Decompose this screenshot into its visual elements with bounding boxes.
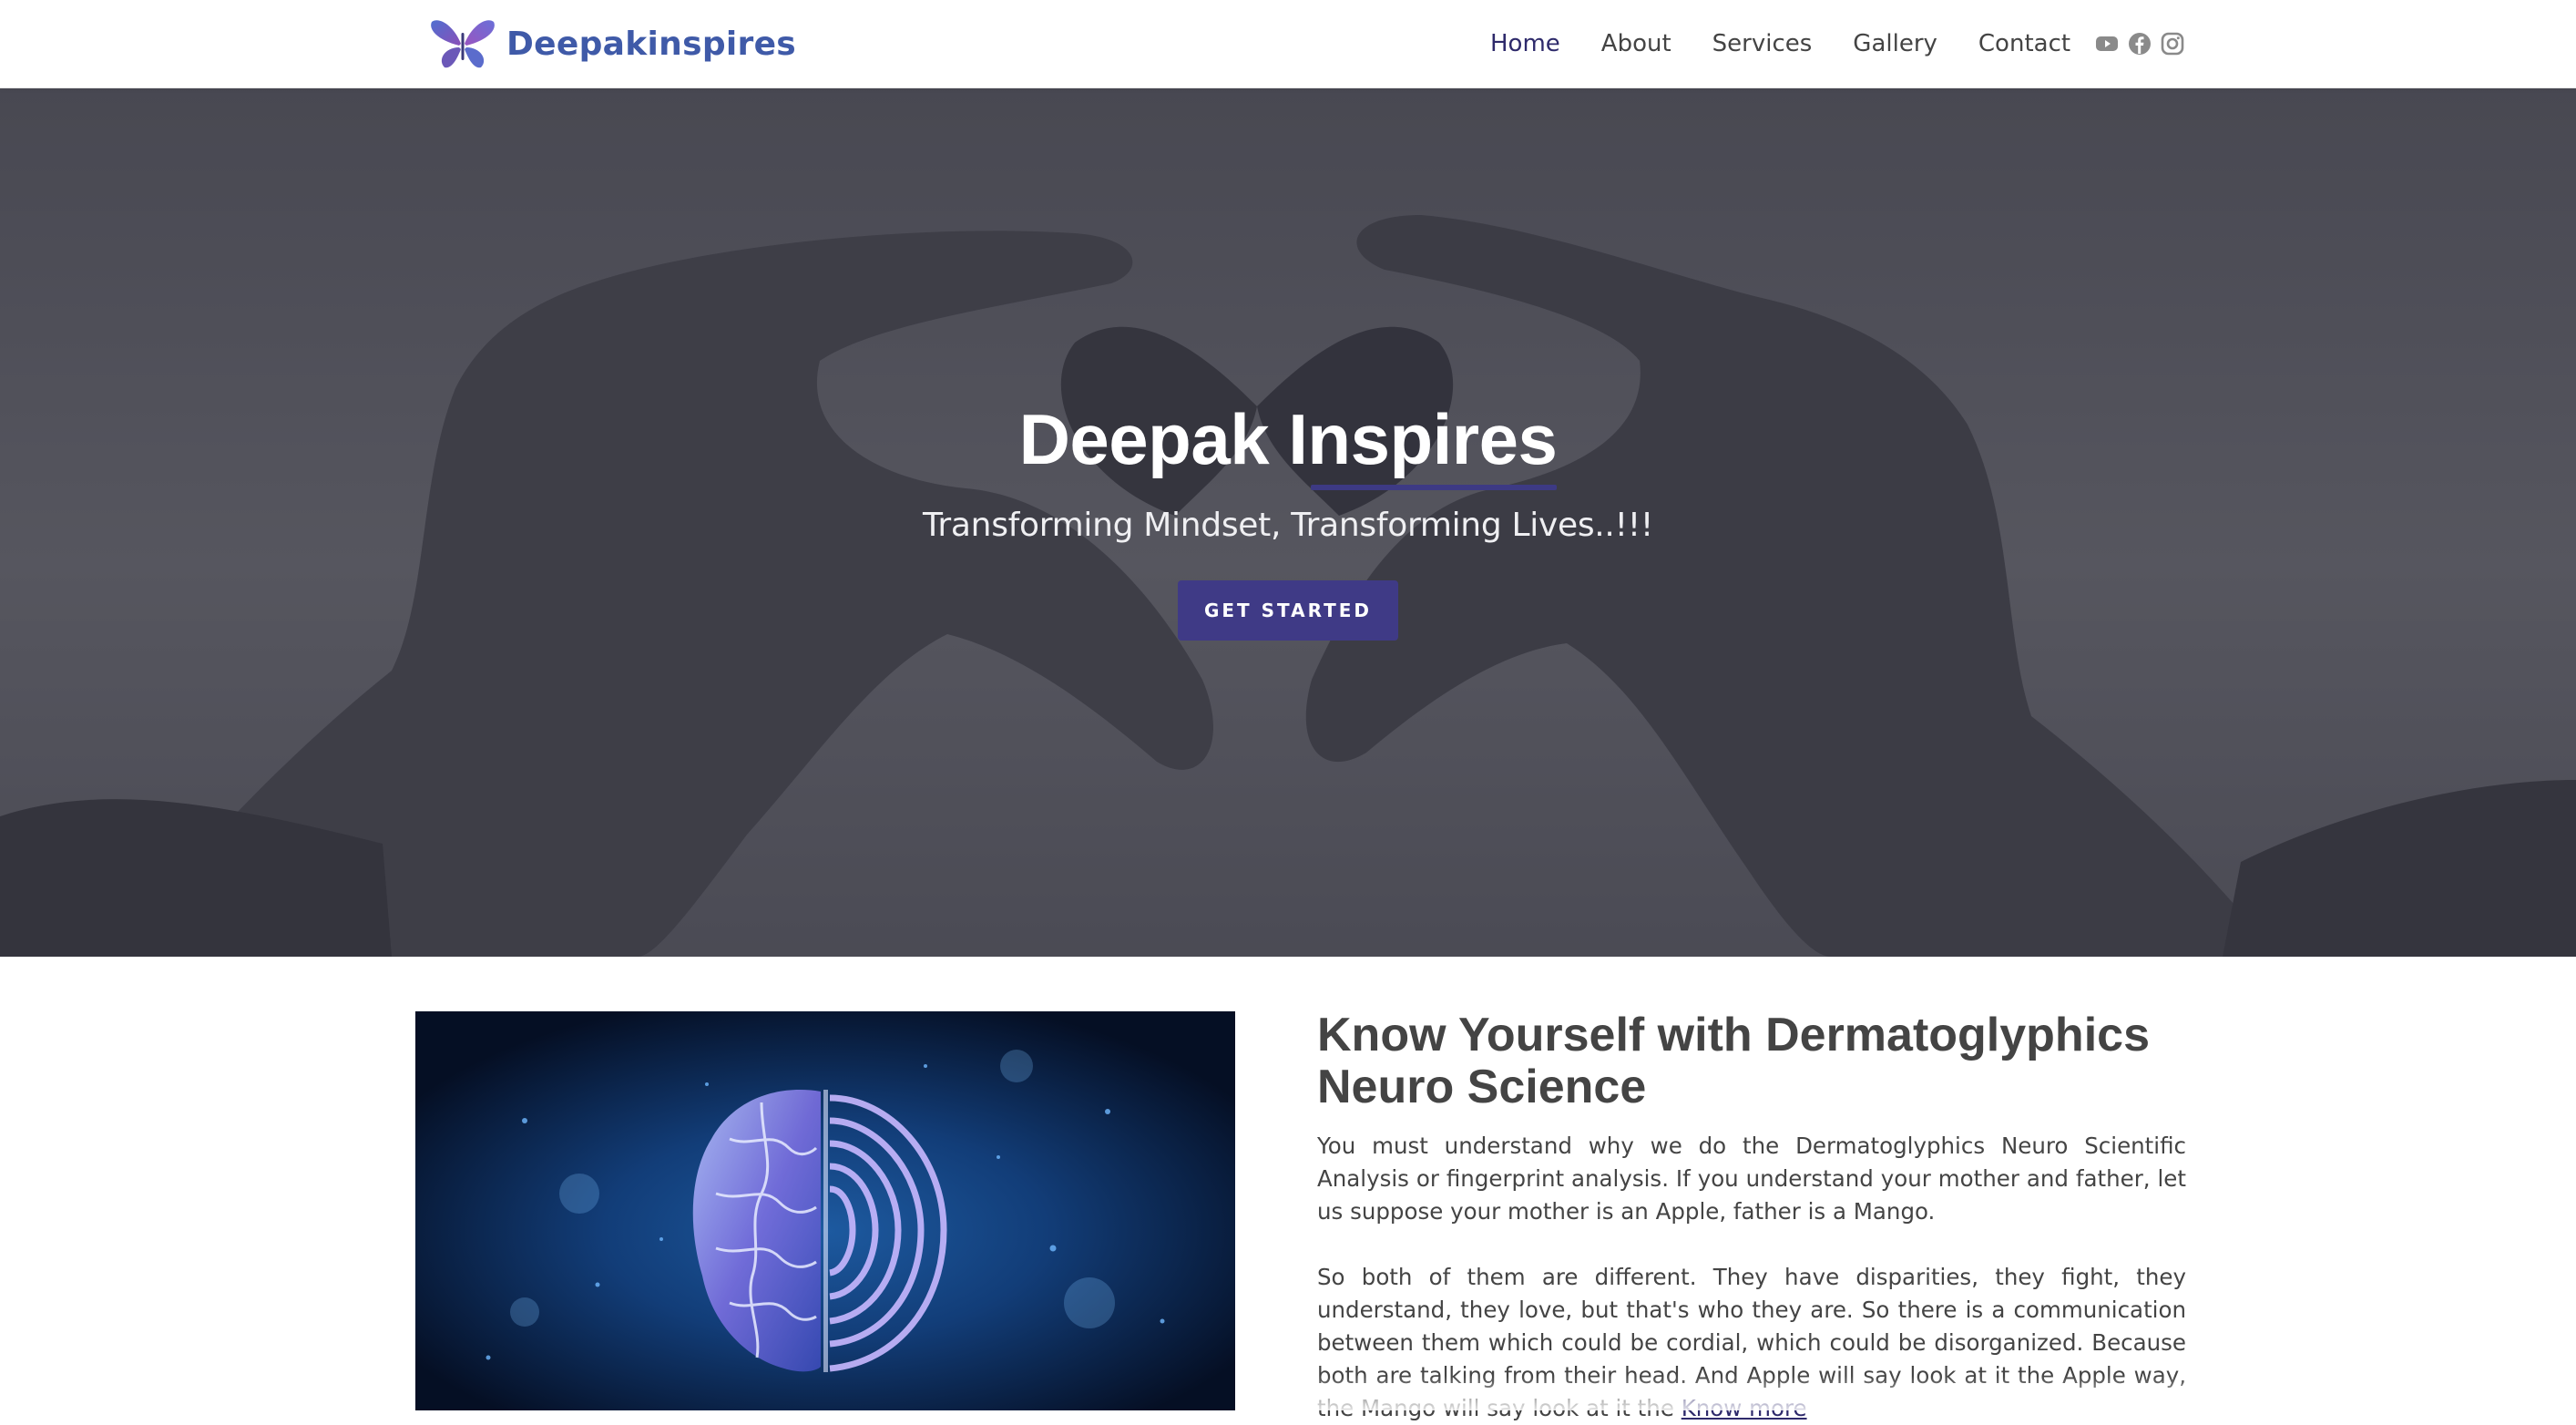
butterfly-logo-icon — [431, 20, 495, 68]
nav-home[interactable]: Home — [1490, 30, 1560, 57]
brand-name: Deepakinspires — [506, 25, 797, 63]
section-title: Know Yourself with Dermatoglyphics Neuro… — [1317, 1009, 2150, 1113]
main-nav: Home About Services Gallery Contact — [1490, 0, 2111, 87]
about-paragraph-1: You must understand why we do the Dermat… — [1317, 1133, 2186, 1225]
instagram-icon[interactable] — [2161, 32, 2184, 56]
nav-about[interactable]: About — [1601, 30, 1671, 57]
about-section-text: Know Yourself with Dermatoglyphics Neuro… — [1317, 1010, 2186, 1425]
get-started-button[interactable]: GET STARTED — [1178, 579, 1398, 641]
nav-services[interactable]: Services — [1712, 30, 1813, 57]
hero-title-text: Deepak Inspires — [1018, 399, 1558, 479]
site-header: Deepakinspires Home About Services Galle… — [0, 0, 2576, 88]
hero-content: Deepak Inspires Transforming Mindset, Tr… — [0, 397, 2576, 641]
about-paragraph-2: So both of them are different. They have… — [1317, 1261, 2186, 1425]
nav-contact[interactable]: Contact — [1978, 30, 2070, 57]
site-logo[interactable]: Deepakinspires — [428, 13, 796, 75]
facebook-icon[interactable] — [2128, 32, 2152, 56]
social-links — [2095, 24, 2184, 64]
hero-subtitle: Transforming Mindset, Transforming Lives… — [923, 506, 1653, 544]
brain-fingerprint-image — [415, 1011, 1235, 1410]
brain-fingerprint-illustration — [415, 1011, 1235, 1410]
nav-gallery[interactable]: Gallery — [1853, 30, 1937, 57]
know-more-link[interactable]: Know more — [1682, 1395, 1807, 1421]
title-underline — [1311, 484, 1558, 490]
youtube-icon[interactable] — [2095, 32, 2119, 56]
hero-title: Deepak Inspires — [1018, 397, 1558, 490]
hero-section: Deepak Inspires Transforming Mindset, Tr… — [0, 87, 2576, 957]
